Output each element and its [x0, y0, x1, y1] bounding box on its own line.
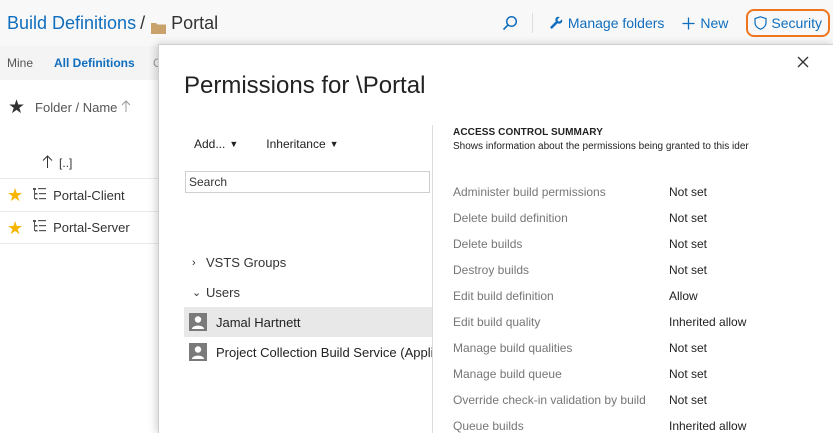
chevron-down-icon: ⌄: [192, 287, 202, 299]
permission-value[interactable]: Not set: [669, 341, 707, 355]
new-button[interactable]: New: [682, 15, 728, 31]
permission-name: Queue builds: [453, 419, 524, 433]
summary-title: ACCESS CONTROL SUMMARY: [453, 127, 603, 138]
pane-divider: [432, 125, 433, 433]
group-label: Users: [206, 285, 240, 300]
close-icon[interactable]: [795, 54, 811, 70]
user-name: Project Collection Build Service (Appli: [216, 344, 432, 360]
tab-mine[interactable]: Mine: [7, 56, 33, 70]
breadcrumb: Build Definitions / Portal: [7, 13, 218, 34]
permission-name: Delete build definition: [453, 211, 568, 225]
permission-name: Manage build qualities: [453, 341, 573, 355]
toolbar-divider: [531, 13, 533, 33]
arrow-up-icon: [42, 155, 53, 171]
user-avatar-icon: [189, 343, 207, 361]
dialog-title: Permissions for \Portal: [184, 72, 426, 99]
permission-row: Queue builds Inherited allow: [453, 413, 833, 433]
folder-icon: [151, 18, 167, 34]
definition-name[interactable]: Portal-Server: [53, 220, 130, 235]
permission-value[interactable]: Inherited allow: [669, 315, 746, 329]
identity-toolbar: Add... ▼ Inheritance ▼: [194, 137, 367, 151]
favorite-star-icon[interactable]: ★: [7, 186, 23, 204]
wrench-icon: [549, 16, 563, 29]
breadcrumb-build-definitions[interactable]: Build Definitions: [7, 13, 136, 34]
summary-description: Shows information about the permissions …: [453, 141, 749, 152]
list-item[interactable]: ★ Portal-Server: [0, 211, 160, 244]
add-button[interactable]: Add... ▼: [194, 137, 238, 151]
permission-value[interactable]: Not set: [669, 237, 707, 251]
group-vsts-groups[interactable]: › VSTS Groups: [192, 255, 286, 270]
caret-down-icon: ▼: [229, 139, 239, 149]
permission-value[interactable]: Not set: [669, 263, 707, 277]
permission-value[interactable]: Not set: [669, 211, 707, 225]
permission-row: Delete builds Not set: [453, 231, 833, 257]
permission-value[interactable]: Allow: [669, 289, 698, 303]
list-item[interactable]: ★ Portal-Client: [0, 178, 160, 211]
breadcrumb-separator: /: [140, 13, 146, 33]
add-label: Add...: [194, 137, 226, 151]
permission-value[interactable]: Not set: [669, 367, 707, 381]
permission-row: Administer build permissions Not set: [453, 179, 833, 205]
definition-name[interactable]: Portal-Client: [53, 188, 125, 203]
build-definition-icon: [33, 187, 47, 203]
build-definition-icon: [33, 220, 47, 235]
inheritance-label: Inheritance: [266, 137, 326, 151]
user-item-build-service[interactable]: Project Collection Build Service (Appli: [184, 337, 432, 367]
permission-row: Manage build queue Not set: [453, 361, 833, 387]
manage-folders-label: Manage folders: [567, 15, 665, 31]
user-avatar-icon: [189, 313, 207, 331]
user-name: Jamal Hartnett: [216, 314, 301, 330]
permission-name: Delete builds: [453, 237, 523, 251]
parent-folder-label: [..]: [59, 156, 73, 170]
breadcrumb-portal: Portal: [171, 13, 219, 33]
inheritance-button[interactable]: Inheritance ▼: [266, 137, 338, 151]
manage-folders-button[interactable]: Manage folders: [549, 15, 665, 31]
security-button[interactable]: Security: [746, 9, 830, 37]
chevron-right-icon: ›: [192, 256, 196, 269]
permission-name: Administer build permissions: [453, 185, 606, 199]
column-header-label: Folder / Name: [35, 100, 118, 115]
tab-all-definitions[interactable]: All Definitions: [54, 56, 135, 70]
identity-search-input[interactable]: [185, 171, 430, 193]
permission-row: Delete build definition Not set: [453, 205, 833, 231]
permission-row: Edit build quality Inherited allow: [453, 309, 833, 335]
permission-row: Destroy builds Not set: [453, 257, 833, 283]
definition-tabs: Mine All Definitions C: [0, 46, 162, 80]
permission-name: Edit build quality: [453, 315, 541, 329]
new-label: New: [700, 15, 729, 31]
search-icon[interactable]: [502, 15, 518, 31]
security-label: Security: [771, 15, 822, 31]
plus-icon: [682, 17, 695, 29]
top-actions: Manage folders New Security: [502, 0, 833, 46]
favorites-star-icon: ★: [8, 97, 26, 118]
permission-row: Manage build qualities Not set: [453, 335, 833, 361]
permission-name: Override check-in validation by build: [453, 393, 646, 407]
permission-value[interactable]: Inherited allow: [669, 419, 746, 433]
top-bar: Build Definitions / Portal Manage folder…: [0, 0, 833, 46]
permission-name: Edit build definition: [453, 289, 554, 303]
permission-name: Manage build queue: [453, 367, 562, 381]
permission-row: Override check-in validation by build Not…: [453, 387, 833, 413]
permission-value[interactable]: Not set: [669, 393, 707, 407]
permission-list: Administer build permissions Not set Dele…: [453, 179, 833, 433]
parent-folder-row[interactable]: [..]: [42, 155, 72, 171]
permission-value[interactable]: Not set: [669, 185, 707, 199]
favorite-star-icon[interactable]: ★: [7, 219, 23, 237]
access-control-summary: ACCESS CONTROL SUMMARY Shows information…: [453, 127, 833, 433]
permission-name: Destroy builds: [453, 263, 530, 277]
column-header-folder-name[interactable]: ★ Folder / Name: [8, 98, 131, 117]
caret-down-icon: ▼: [329, 139, 339, 149]
permissions-dialog: Permissions for \Portal Add... ▼ Inherit…: [158, 44, 833, 433]
shield-icon: [754, 16, 768, 30]
group-label: VSTS Groups: [206, 255, 287, 270]
sort-arrow-up-icon: [121, 100, 131, 115]
user-item-jamal-hartnett[interactable]: Jamal Hartnett: [184, 307, 432, 337]
permission-row: Edit build definition Allow: [453, 283, 833, 309]
group-users[interactable]: ⌄ Users: [192, 285, 240, 300]
